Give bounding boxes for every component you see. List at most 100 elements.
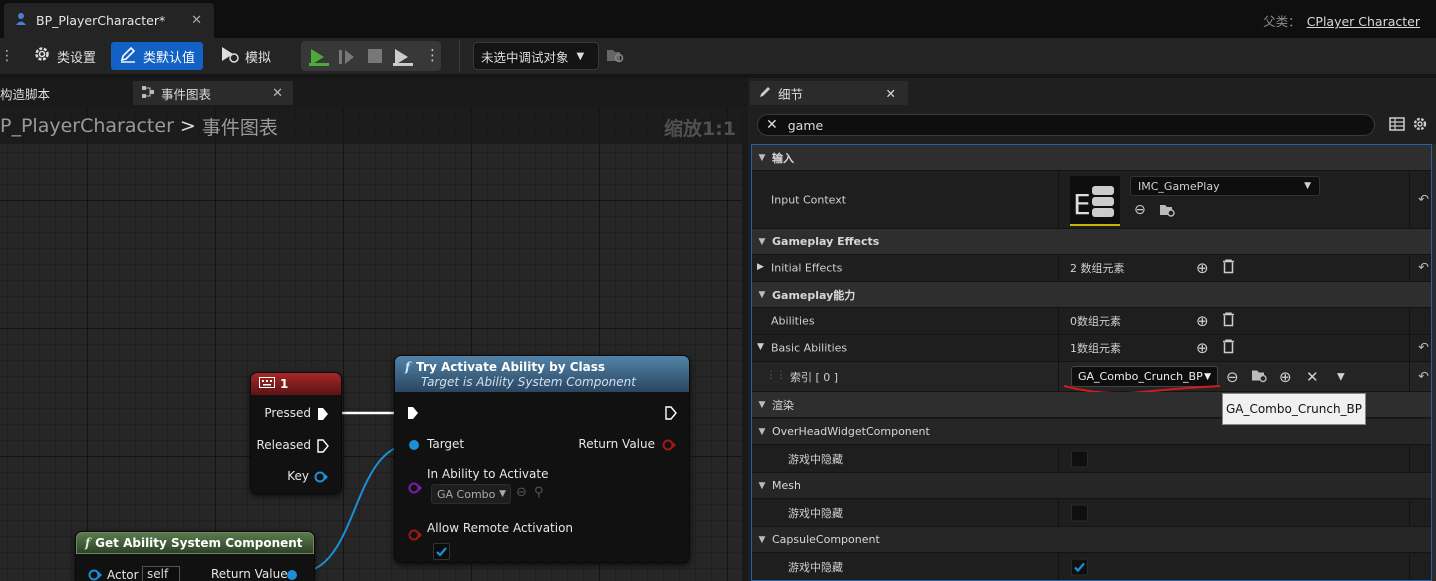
exec-pin-icon[interactable] bbox=[317, 407, 329, 424]
mesh-hidden-checkbox[interactable] bbox=[1071, 504, 1088, 522]
reset-arrow-icon[interactable]: ↶ bbox=[1418, 341, 1429, 356]
trash-icon[interactable] bbox=[1222, 259, 1235, 277]
chevron-down-icon: ▼ bbox=[576, 50, 585, 62]
add-element-icon[interactable]: ⊕ bbox=[1196, 312, 1209, 330]
reset-arrow-icon[interactable]: ↶ bbox=[1418, 261, 1429, 276]
object-pin-icon[interactable] bbox=[408, 439, 420, 454]
close-tab-icon[interactable]: ✕ bbox=[191, 13, 202, 28]
trash-icon[interactable] bbox=[1222, 312, 1235, 330]
expand-arrow-icon: ▼ bbox=[758, 152, 766, 163]
return-value-pin-label: Return Value bbox=[211, 567, 288, 581]
tab-event-graph[interactable]: 事件图表 ✕ bbox=[133, 81, 293, 105]
try-activate-subtitle: Target is Ability System Component bbox=[421, 374, 636, 389]
reset-arrow-icon[interactable]: ↶ bbox=[1418, 192, 1429, 207]
play-icon[interactable] bbox=[309, 48, 329, 69]
clear-search-icon[interactable]: ✕ bbox=[766, 117, 778, 133]
tab-details[interactable]: 细节 ✕ bbox=[750, 81, 908, 105]
reset-arrow-icon[interactable]: ↶ bbox=[1418, 369, 1429, 384]
clear-element-icon[interactable]: ✕ bbox=[1306, 368, 1319, 386]
details-scrollbar[interactable] bbox=[1432, 144, 1436, 581]
toolbar-menu-dots[interactable]: ⋮ bbox=[0, 48, 14, 64]
category-input[interactable]: ▼ 输入 bbox=[752, 145, 1431, 171]
graph-canvas[interactable]: P_PlayerCharacter > 事件图表 缩放1:1 1 Pressed… bbox=[0, 108, 742, 581]
browse-folder-icon[interactable] bbox=[1251, 367, 1267, 386]
class-pin-icon[interactable] bbox=[408, 482, 422, 497]
parent-class-link[interactable]: CPlayer Character bbox=[1307, 14, 1420, 29]
object-pin-icon[interactable] bbox=[88, 569, 102, 581]
hide-in-game-label: 游戏中隐藏 bbox=[788, 507, 843, 520]
actor-value-field[interactable]: self bbox=[142, 566, 180, 581]
input-context-dropdown[interactable]: IMC_GamePlay ▼ bbox=[1130, 176, 1320, 196]
expand-arrow-icon[interactable]: ▼ bbox=[757, 342, 764, 352]
struct-pin-icon[interactable] bbox=[314, 471, 328, 486]
chevron-down-icon: ▼ bbox=[1204, 371, 1211, 382]
input-context-label: Input Context bbox=[771, 193, 847, 206]
function-icon: f bbox=[85, 536, 91, 550]
eject-icon[interactable] bbox=[393, 48, 413, 69]
key-pin-label: Key bbox=[287, 469, 309, 483]
class-settings-button[interactable]: 类设置 bbox=[25, 42, 104, 70]
step-icon[interactable] bbox=[338, 48, 356, 69]
class-defaults-button[interactable]: 类默认值 bbox=[111, 42, 203, 70]
try-activate-header: f Try Activate Ability by Class Target is… bbox=[395, 356, 689, 392]
drag-handle-icon[interactable]: ⋮⋮ bbox=[766, 370, 786, 381]
mesh-hidden-row: 游戏中隐藏 bbox=[752, 500, 1431, 527]
category-mesh[interactable]: ▼ Mesh bbox=[752, 473, 1431, 499]
capsule-hidden-checkbox[interactable] bbox=[1071, 558, 1088, 576]
bool-pin-icon[interactable] bbox=[408, 529, 422, 544]
use-selected-icon[interactable]: ⊖ bbox=[1134, 202, 1146, 218]
insert-element-icon[interactable]: ⊕ bbox=[1279, 368, 1292, 386]
get-asc-title: Get Ability System Component bbox=[95, 536, 303, 550]
browse-folder-icon[interactable] bbox=[1159, 202, 1175, 221]
chevron-down-icon: ▼ bbox=[499, 489, 506, 499]
category-gameplay-effects[interactable]: ▼ Gameplay Effects bbox=[752, 229, 1431, 255]
details-search-input[interactable]: ✕ game bbox=[757, 114, 1375, 136]
close-tab-icon[interactable]: ✕ bbox=[886, 86, 896, 101]
close-tab-icon[interactable]: ✕ bbox=[272, 86, 283, 101]
stop-icon[interactable] bbox=[367, 48, 383, 67]
get-ability-system-node[interactable]: f Get Ability System Component Actor sel… bbox=[75, 531, 315, 581]
overhead-hidden-checkbox[interactable] bbox=[1071, 450, 1088, 468]
details-pencil-icon bbox=[758, 85, 772, 102]
category-capsule[interactable]: ▼ CapsuleComponent bbox=[752, 527, 1431, 553]
toolbar: ⋮ 类设置 类默认值 模拟 ⋮ bbox=[0, 38, 1436, 74]
toolbar-divider bbox=[459, 40, 460, 72]
basic-abilities-row: ▼ Basic Abilities 1数组元素 ⊕ ↶ bbox=[752, 335, 1431, 362]
table-view-icon[interactable] bbox=[1389, 116, 1405, 135]
asset-thumbnail[interactable]: E bbox=[1070, 176, 1120, 226]
expand-arrow-icon[interactable]: ▶ bbox=[757, 262, 764, 272]
use-selected-icon[interactable]: ⊖ bbox=[1226, 368, 1239, 386]
settings-gear-icon[interactable] bbox=[1412, 116, 1428, 135]
use-selected-icon[interactable]: ⊖ bbox=[516, 485, 527, 500]
add-element-icon[interactable]: ⊕ bbox=[1196, 259, 1209, 277]
remote-activation-checkbox[interactable] bbox=[433, 543, 450, 560]
document-tab[interactable]: BP_PlayerCharacter* ✕ bbox=[4, 3, 214, 38]
ability-class-dropdown[interactable]: GA Combo ▼ bbox=[431, 484, 511, 504]
debug-target-select[interactable]: 未选中调试对象 ▼ bbox=[473, 42, 599, 70]
key-event-node[interactable]: 1 Pressed Released Key bbox=[250, 372, 342, 494]
trash-icon[interactable] bbox=[1222, 339, 1235, 357]
exec-in-pin-icon[interactable] bbox=[407, 406, 419, 423]
debug-browse-icon[interactable] bbox=[606, 46, 624, 67]
category-gameplay-abilities[interactable]: ▼ Gameplay能力 bbox=[752, 282, 1431, 308]
chevron-down-icon[interactable]: ▼ bbox=[1337, 371, 1345, 382]
return-value-pin-label: Return Value bbox=[578, 437, 655, 451]
category-rendering-label: 渲染 bbox=[772, 398, 794, 412]
category-capsule-label: CapsuleComponent bbox=[772, 533, 880, 546]
play-options-dots[interactable]: ⋮ bbox=[425, 46, 440, 64]
search-icon[interactable]: ⚲ bbox=[534, 485, 544, 500]
object-pin-icon[interactable] bbox=[286, 569, 298, 581]
details-tab-label: 细节 bbox=[778, 86, 804, 102]
add-element-icon[interactable]: ⊕ bbox=[1196, 339, 1209, 357]
play-controls: ⋮ bbox=[301, 41, 441, 71]
tab-construction-script[interactable]: 构造脚本 bbox=[0, 81, 80, 105]
exec-out-pin-icon[interactable] bbox=[665, 406, 677, 423]
checkmark-icon bbox=[436, 547, 447, 557]
bool-pin-icon[interactable] bbox=[662, 439, 676, 454]
exec-pin-icon[interactable] bbox=[317, 439, 329, 456]
title-bar bbox=[0, 0, 1436, 38]
try-activate-ability-node[interactable]: f Try Activate Ability by Class Target is… bbox=[394, 355, 690, 563]
initial-effects-row: ▶ Initial Effects 2 数组元素 ⊕ ↶ bbox=[752, 255, 1431, 282]
category-input-label: 输入 bbox=[772, 151, 794, 165]
simulate-button[interactable]: 模拟 bbox=[211, 42, 279, 70]
